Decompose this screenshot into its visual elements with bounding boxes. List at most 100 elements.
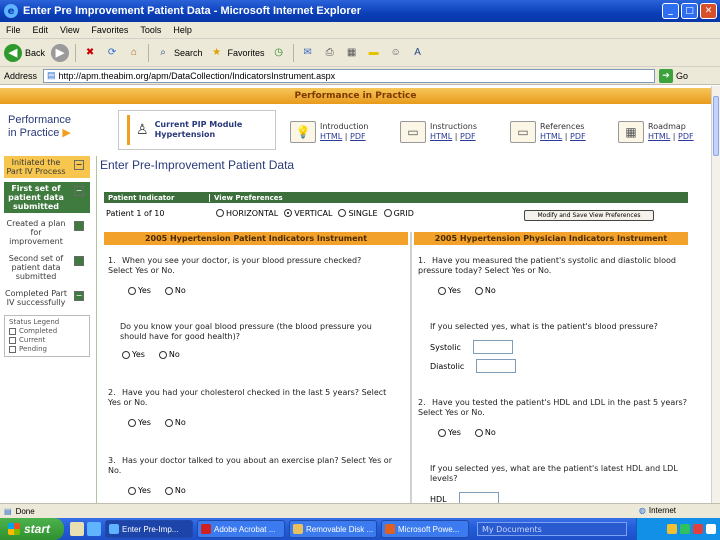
systolic-input[interactable] xyxy=(472,340,513,354)
tray-icon[interactable] xyxy=(706,524,716,534)
physician-question-2-answers: Yes No xyxy=(438,428,502,437)
task-powerpoint[interactable]: Microsoft Powe... xyxy=(381,520,469,538)
messenger-icon[interactable]: ☺ xyxy=(388,45,404,61)
yes-radio[interactable]: Yes xyxy=(122,350,145,359)
internet-explorer-icon xyxy=(109,524,119,534)
patient-question-3-answers: Yes No xyxy=(128,486,192,495)
tray-icon[interactable] xyxy=(693,524,703,534)
references-link: ▭ References HTML | PDF xyxy=(510,114,586,150)
status-text: Done xyxy=(15,506,35,516)
sidebar-item-second-set[interactable]: Second set of patient data submitted xyxy=(4,252,90,283)
stop-icon[interactable]: ✖ xyxy=(82,45,98,61)
physician-question-2: 2. Have you tested the patient's HDL and … xyxy=(418,398,687,417)
menu-bar: File Edit View Favorites Tools Help xyxy=(0,22,720,39)
references-pdf-link[interactable]: PDF xyxy=(570,132,586,141)
yes-radio[interactable]: Yes xyxy=(128,418,151,427)
yes-radio[interactable]: Yes xyxy=(438,428,461,437)
menu-tools[interactable]: Tools xyxy=(140,25,161,35)
page-done-icon: ▤ xyxy=(4,506,12,516)
sidebar-item-initiated[interactable]: Initiated the Part IV Process − xyxy=(4,156,90,178)
hdl-field: HDL xyxy=(430,492,499,503)
system-tray xyxy=(636,518,720,540)
roadmap-html-link[interactable]: HTML xyxy=(648,132,670,141)
address-input[interactable]: ▤ http://apm.theabim.org/apm/DataCollect… xyxy=(43,68,656,83)
task-removable-disk[interactable]: Removable Disk ... xyxy=(289,520,377,538)
tray-icon[interactable] xyxy=(667,524,677,534)
physician-instrument-header: 2005 Hypertension Physician Indicators I… xyxy=(414,232,688,245)
task-enter-pre-improvement[interactable]: Enter Pre-Imp... xyxy=(105,520,193,538)
maximize-button[interactable]: □ xyxy=(681,3,698,19)
instructions-pdf-link[interactable]: PDF xyxy=(460,132,476,141)
toolbar-separator xyxy=(75,43,77,62)
no-radio[interactable]: No xyxy=(474,428,496,437)
patient-question-1: 1. When you see your doctor, is your bloo… xyxy=(108,256,362,275)
diastolic-input[interactable] xyxy=(476,359,517,373)
history-icon[interactable]: ◷ xyxy=(271,45,287,61)
yes-radio[interactable]: Yes xyxy=(128,286,151,295)
task-adobe-acrobat[interactable]: Adobe Acrobat ... xyxy=(197,520,285,538)
view-single-radio[interactable]: SINGLE xyxy=(338,209,378,218)
instructions-html-link[interactable]: HTML xyxy=(430,132,452,141)
no-radio[interactable]: No xyxy=(158,350,180,359)
go-button[interactable]: ➔ Go xyxy=(659,68,688,83)
no-radio[interactable]: No xyxy=(164,418,186,427)
folder-icon: ▭ xyxy=(400,121,426,143)
no-radio[interactable]: No xyxy=(474,286,496,295)
close-button[interactable]: ✕ xyxy=(700,3,717,19)
page-title: Enter Pre-Improvement Patient Data xyxy=(100,158,295,172)
internet-explorer-icon[interactable] xyxy=(87,522,101,536)
map-icon: ▦ xyxy=(618,121,644,143)
powerpoint-icon xyxy=(385,524,395,534)
forward-button[interactable]: ▶ xyxy=(51,43,70,62)
vertical-scrollbar[interactable] xyxy=(711,86,720,503)
save-view-preferences-button[interactable]: Modify and Save View Preferences xyxy=(524,210,654,221)
roadmap-link: ▦ Roadmap HTML | PDF xyxy=(618,114,694,150)
menu-favorites[interactable]: Favorites xyxy=(91,25,128,35)
instructions-link: ▭ Instructions HTML | PDF xyxy=(400,114,477,150)
sidebar-item-completed[interactable]: Completed Part IV successfully − xyxy=(4,287,90,309)
menu-file[interactable]: File xyxy=(6,25,21,35)
no-radio[interactable]: No xyxy=(164,486,186,495)
pip-logo[interactable]: Performance in Practice ▶ xyxy=(8,114,94,140)
status-bar: ▤ Done ◍ Internet xyxy=(0,503,720,518)
discuss-icon[interactable]: ▬ xyxy=(366,45,382,61)
research-icon[interactable]: A xyxy=(410,45,426,61)
window-title-bar[interactable]: e Enter Pre Improvement Patient Data - M… xyxy=(0,0,720,22)
address-url: http://apm.theabim.org/apm/DataCollectio… xyxy=(58,70,336,81)
search-button[interactable]: ⌕ Search xyxy=(155,45,202,61)
references-html-link[interactable]: HTML xyxy=(540,132,562,141)
yes-radio[interactable]: Yes xyxy=(128,486,151,495)
menu-edit[interactable]: Edit xyxy=(33,25,49,35)
internet-explorer-icon: e xyxy=(4,4,18,18)
introduction-pdf-link[interactable]: PDF xyxy=(350,132,366,141)
forward-arrow-icon: ▶ xyxy=(51,43,70,62)
minimize-button[interactable]: _ xyxy=(662,3,679,19)
progress-sidebar: Initiated the Part IV Process − First se… xyxy=(4,156,90,357)
view-horizontal-radio[interactable]: HORIZONTAL xyxy=(216,209,278,218)
back-button[interactable]: ◀ Back xyxy=(4,43,45,62)
tray-icon[interactable] xyxy=(680,524,690,534)
no-radio[interactable]: No xyxy=(164,286,186,295)
sidebar-item-first-set[interactable]: First set of patient data submitted − xyxy=(4,182,90,213)
page-icon: ▤ xyxy=(47,70,56,80)
start-button[interactable]: start xyxy=(0,518,64,540)
physician-question-2b: If you selected yes, what are the patien… xyxy=(430,464,678,483)
yes-radio[interactable]: Yes xyxy=(438,286,461,295)
view-vertical-radio[interactable]: VERTICAL xyxy=(284,209,332,218)
home-icon[interactable]: ⌂ xyxy=(126,45,142,61)
mail-icon[interactable]: ✉ xyxy=(300,45,316,61)
show-desktop-icon[interactable] xyxy=(70,522,84,536)
print-icon[interactable]: ⎙ xyxy=(322,45,338,61)
roadmap-pdf-link[interactable]: PDF xyxy=(678,132,694,141)
scrollbar-thumb[interactable] xyxy=(713,96,719,156)
view-grid-radio[interactable]: GRID xyxy=(383,209,414,218)
menu-help[interactable]: Help xyxy=(173,25,192,35)
menu-view[interactable]: View xyxy=(60,25,79,35)
favorites-button[interactable]: ★ Favorites xyxy=(209,45,265,61)
refresh-icon[interactable]: ⟳ xyxy=(104,45,120,61)
taskbar-address-box[interactable]: My Documents xyxy=(477,522,627,536)
edit-icon[interactable]: ▦ xyxy=(344,45,360,61)
hdl-input[interactable] xyxy=(458,492,499,503)
introduction-html-link[interactable]: HTML xyxy=(320,132,342,141)
sidebar-item-plan[interactable]: Created a plan for improvement xyxy=(4,217,90,248)
